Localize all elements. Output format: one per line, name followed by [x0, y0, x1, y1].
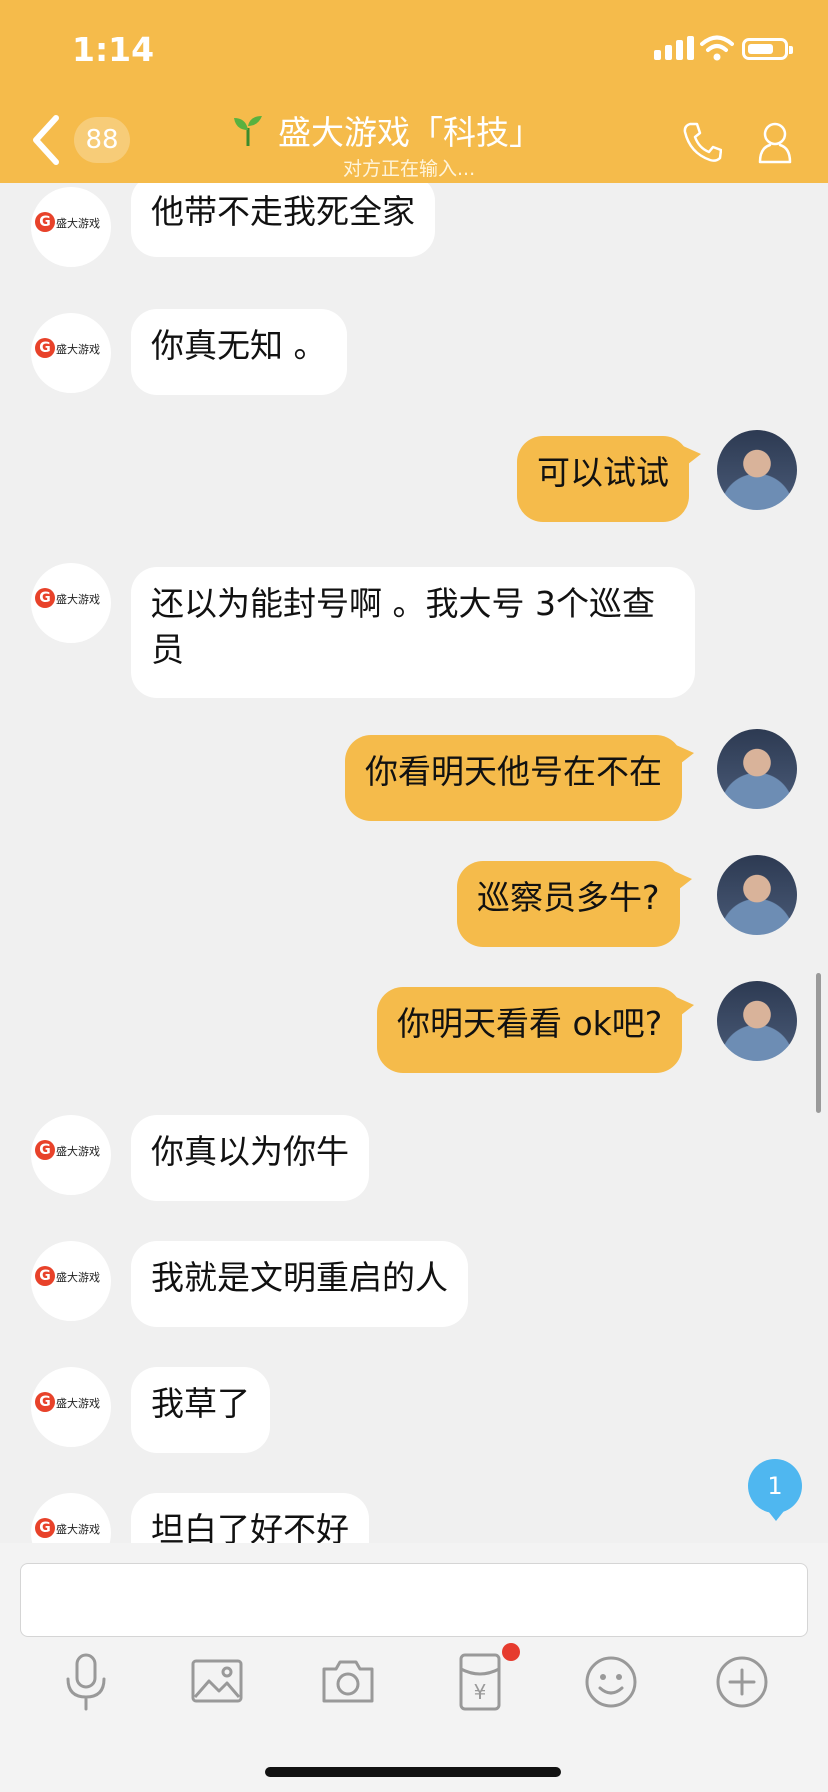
- profile-icon[interactable]: [758, 120, 792, 164]
- message-bubble[interactable]: 坦白了好不好: [131, 1493, 369, 1543]
- contact-avatar[interactable]: G 盛大游戏: [31, 187, 111, 267]
- chat-title: 盛大游戏「科技」: [278, 113, 542, 152]
- message-bubble[interactable]: 他带不走我死全家: [131, 183, 435, 257]
- battery-icon: [742, 38, 793, 60]
- typing-indicator: 对方正在输入...: [343, 158, 476, 180]
- chat-title-area[interactable]: 盛大游戏「科技」 对方正在输入...: [230, 106, 570, 180]
- svg-text:¥: ¥: [474, 1680, 487, 1704]
- status-time: 1:14: [72, 30, 155, 69]
- scrollbar[interactable]: [816, 973, 821, 1113]
- notification-dot: [502, 1643, 520, 1661]
- message-bubble[interactable]: 我就是文明重启的人: [131, 1241, 468, 1327]
- message-bubble[interactable]: 你明天看看 ok吧?: [377, 987, 695, 1073]
- camera-icon[interactable]: [318, 1651, 378, 1713]
- microphone-icon[interactable]: [56, 1651, 116, 1713]
- home-indicator[interactable]: [265, 1767, 561, 1777]
- back-button[interactable]: [28, 112, 64, 168]
- message-bubble[interactable]: 你真以为你牛: [131, 1115, 369, 1201]
- message-bubble[interactable]: 你看明天他号在不在: [345, 735, 694, 821]
- message-bubble[interactable]: 还以为能封号啊 。我大号 3个巡查员: [131, 567, 695, 698]
- image-icon[interactable]: [187, 1651, 247, 1713]
- my-avatar[interactable]: [717, 855, 797, 935]
- contact-avatar[interactable]: G 盛大游戏: [31, 1115, 111, 1195]
- red-packet-icon[interactable]: ¥: [450, 1651, 510, 1713]
- contact-avatar[interactable]: G 盛大游戏: [31, 313, 111, 393]
- message-bubble[interactable]: 可以试试: [517, 436, 701, 522]
- signal-icon: [654, 36, 698, 60]
- message-input[interactable]: [20, 1563, 808, 1637]
- unread-conversations-badge[interactable]: 88: [74, 117, 130, 163]
- plus-icon[interactable]: [712, 1651, 772, 1713]
- new-message-count-bubble[interactable]: 1: [748, 1459, 802, 1521]
- contact-avatar[interactable]: G 盛大游戏: [31, 1493, 111, 1543]
- contact-avatar[interactable]: G 盛大游戏: [31, 1241, 111, 1321]
- message-list[interactable]: G 盛大游戏 他带不走我死全家 G 盛大游戏 你真无知 。 可以试试 G 盛大游戏 还…: [0, 183, 828, 1543]
- message-bubble[interactable]: 你真无知 。: [131, 309, 347, 395]
- contact-avatar[interactable]: G 盛大游戏: [31, 1367, 111, 1447]
- phone-icon[interactable]: [682, 120, 722, 164]
- message-bubble[interactable]: 我草了: [131, 1367, 270, 1453]
- input-toolbar: ¥: [0, 1651, 828, 1731]
- my-avatar[interactable]: [717, 430, 797, 510]
- sprout-icon: [234, 116, 262, 146]
- my-avatar[interactable]: [717, 729, 797, 809]
- chat-header: 1:14 88 盛大游戏「科技」 对方正在输入...: [0, 0, 828, 183]
- emoji-icon[interactable]: [581, 1651, 641, 1713]
- my-avatar[interactable]: [717, 981, 797, 1061]
- input-panel: ¥: [0, 1543, 828, 1792]
- message-bubble[interactable]: 巡察员多牛?: [457, 861, 692, 947]
- contact-avatar[interactable]: G 盛大游戏: [31, 563, 111, 643]
- wifi-icon: [700, 35, 734, 61]
